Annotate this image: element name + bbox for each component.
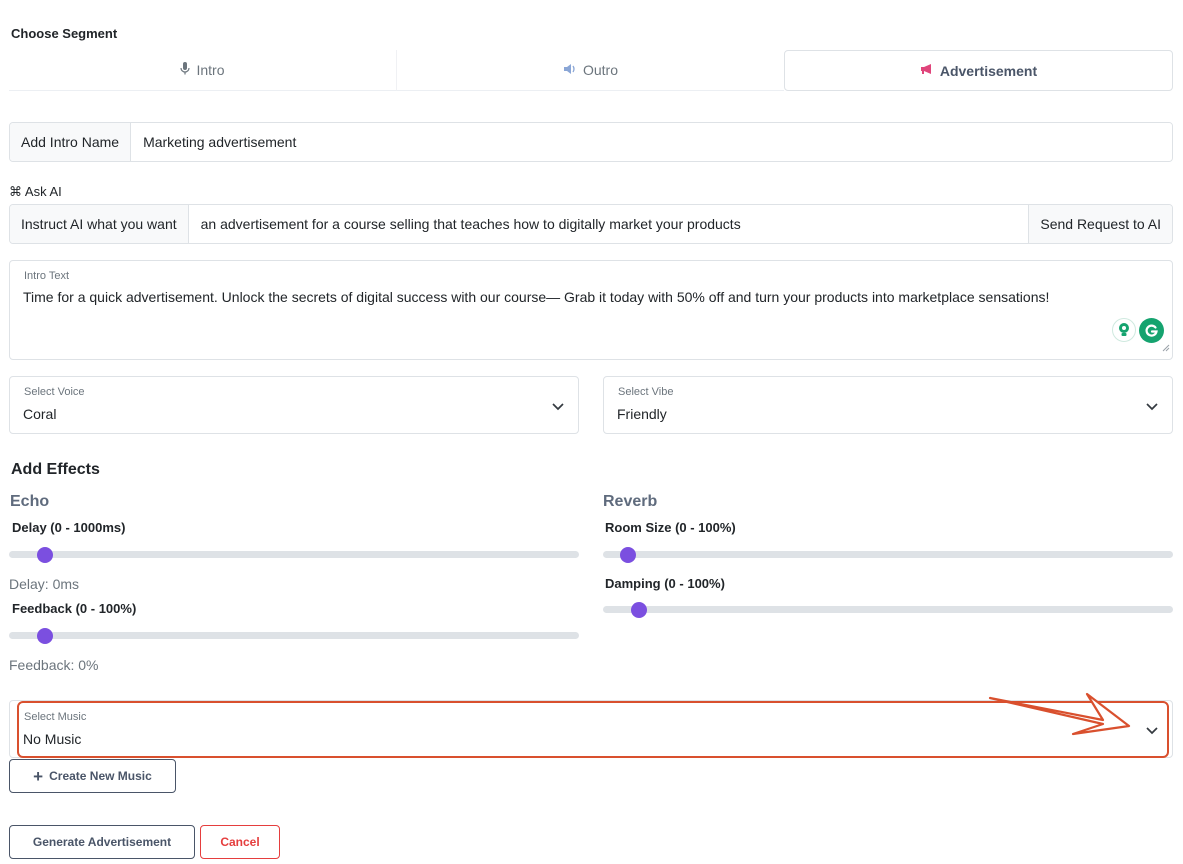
choose-segment-heading: Choose Segment xyxy=(11,26,118,41)
cancel-button[interactable]: Cancel xyxy=(200,825,280,859)
microphone-icon xyxy=(180,62,191,78)
speaker-icon xyxy=(563,63,577,78)
chevron-down-icon xyxy=(552,403,564,411)
intro-name-addon: Add Intro Name xyxy=(10,123,132,161)
intro-name-group: Add Intro Name xyxy=(9,122,1173,162)
damping-label: Damping (0 - 100%) xyxy=(605,576,725,591)
lightbulb-icon[interactable] xyxy=(1112,318,1136,342)
segment-tabs: Intro Outro Advertisement xyxy=(9,50,1173,91)
select-voice[interactable]: Select Voice Coral xyxy=(9,376,579,434)
select-vibe[interactable]: Select Vibe Friendly xyxy=(603,376,1173,434)
intro-text-field[interactable]: Intro Text Time for a quick advertisemen… xyxy=(9,260,1173,360)
tab-advertisement[interactable]: Advertisement xyxy=(784,50,1173,91)
delay-slider-thumb[interactable] xyxy=(37,547,53,563)
delay-value: Delay: 0ms xyxy=(9,576,80,592)
tab-advertisement-label: Advertisement xyxy=(939,62,1038,79)
annotation-arrow-icon xyxy=(988,692,1131,736)
generate-label: Generate Advertisement xyxy=(32,835,172,849)
ask-ai-label: ⌘ Ask AI xyxy=(9,184,62,199)
tab-outro[interactable]: Outro xyxy=(397,50,784,91)
send-request-button[interactable]: Send Request to AI xyxy=(1028,205,1172,243)
feedback-slider-thumb[interactable] xyxy=(37,628,53,644)
plus-icon: + xyxy=(33,766,44,786)
ask-ai-input[interactable] xyxy=(188,205,1029,243)
megaphone-icon xyxy=(920,63,934,78)
reverb-heading: Reverb xyxy=(603,493,658,510)
select-voice-label: Select Voice xyxy=(24,386,85,398)
ask-ai-addon: Instruct AI what you want xyxy=(10,205,189,243)
feedback-label: Feedback (0 - 100%) xyxy=(12,601,137,616)
room-size-slider[interactable] xyxy=(603,551,1173,558)
resize-handle-icon[interactable] xyxy=(1162,339,1170,357)
room-size-slider-thumb[interactable] xyxy=(620,547,636,563)
intro-name-input[interactable] xyxy=(131,123,1172,161)
damping-slider[interactable] xyxy=(603,606,1173,613)
echo-heading: Echo xyxy=(10,493,50,510)
grammarly-icon[interactable] xyxy=(1139,318,1164,343)
tab-outro-label: Outro xyxy=(582,62,618,78)
add-effects-heading: Add Effects xyxy=(11,461,100,478)
room-size-label: Room Size (0 - 100%) xyxy=(605,520,736,535)
ask-ai-group: Instruct AI what you want Send Request t… xyxy=(9,204,1173,244)
feedback-slider[interactable] xyxy=(9,632,579,639)
intro-text-label: Intro Text xyxy=(24,270,70,282)
chevron-down-icon xyxy=(1146,403,1158,411)
select-vibe-value: Friendly xyxy=(617,406,667,422)
intro-text-value: Time for a quick advertisement. Unlock t… xyxy=(23,289,1050,305)
damping-slider-thumb[interactable] xyxy=(631,602,647,618)
select-vibe-label: Select Vibe xyxy=(618,386,674,398)
tab-intro[interactable]: Intro xyxy=(9,50,397,91)
delay-slider[interactable] xyxy=(9,551,579,558)
create-new-music-button[interactable]: + Create New Music xyxy=(9,759,176,793)
select-voice-value: Coral xyxy=(23,406,57,422)
delay-label: Delay (0 - 1000ms) xyxy=(12,520,126,535)
generate-advertisement-button[interactable]: Generate Advertisement xyxy=(9,825,195,859)
feedback-value: Feedback: 0% xyxy=(9,657,99,673)
create-new-music-label: Create New Music xyxy=(49,769,152,783)
tab-intro-label: Intro xyxy=(196,62,225,78)
cancel-label: Cancel xyxy=(220,835,260,849)
